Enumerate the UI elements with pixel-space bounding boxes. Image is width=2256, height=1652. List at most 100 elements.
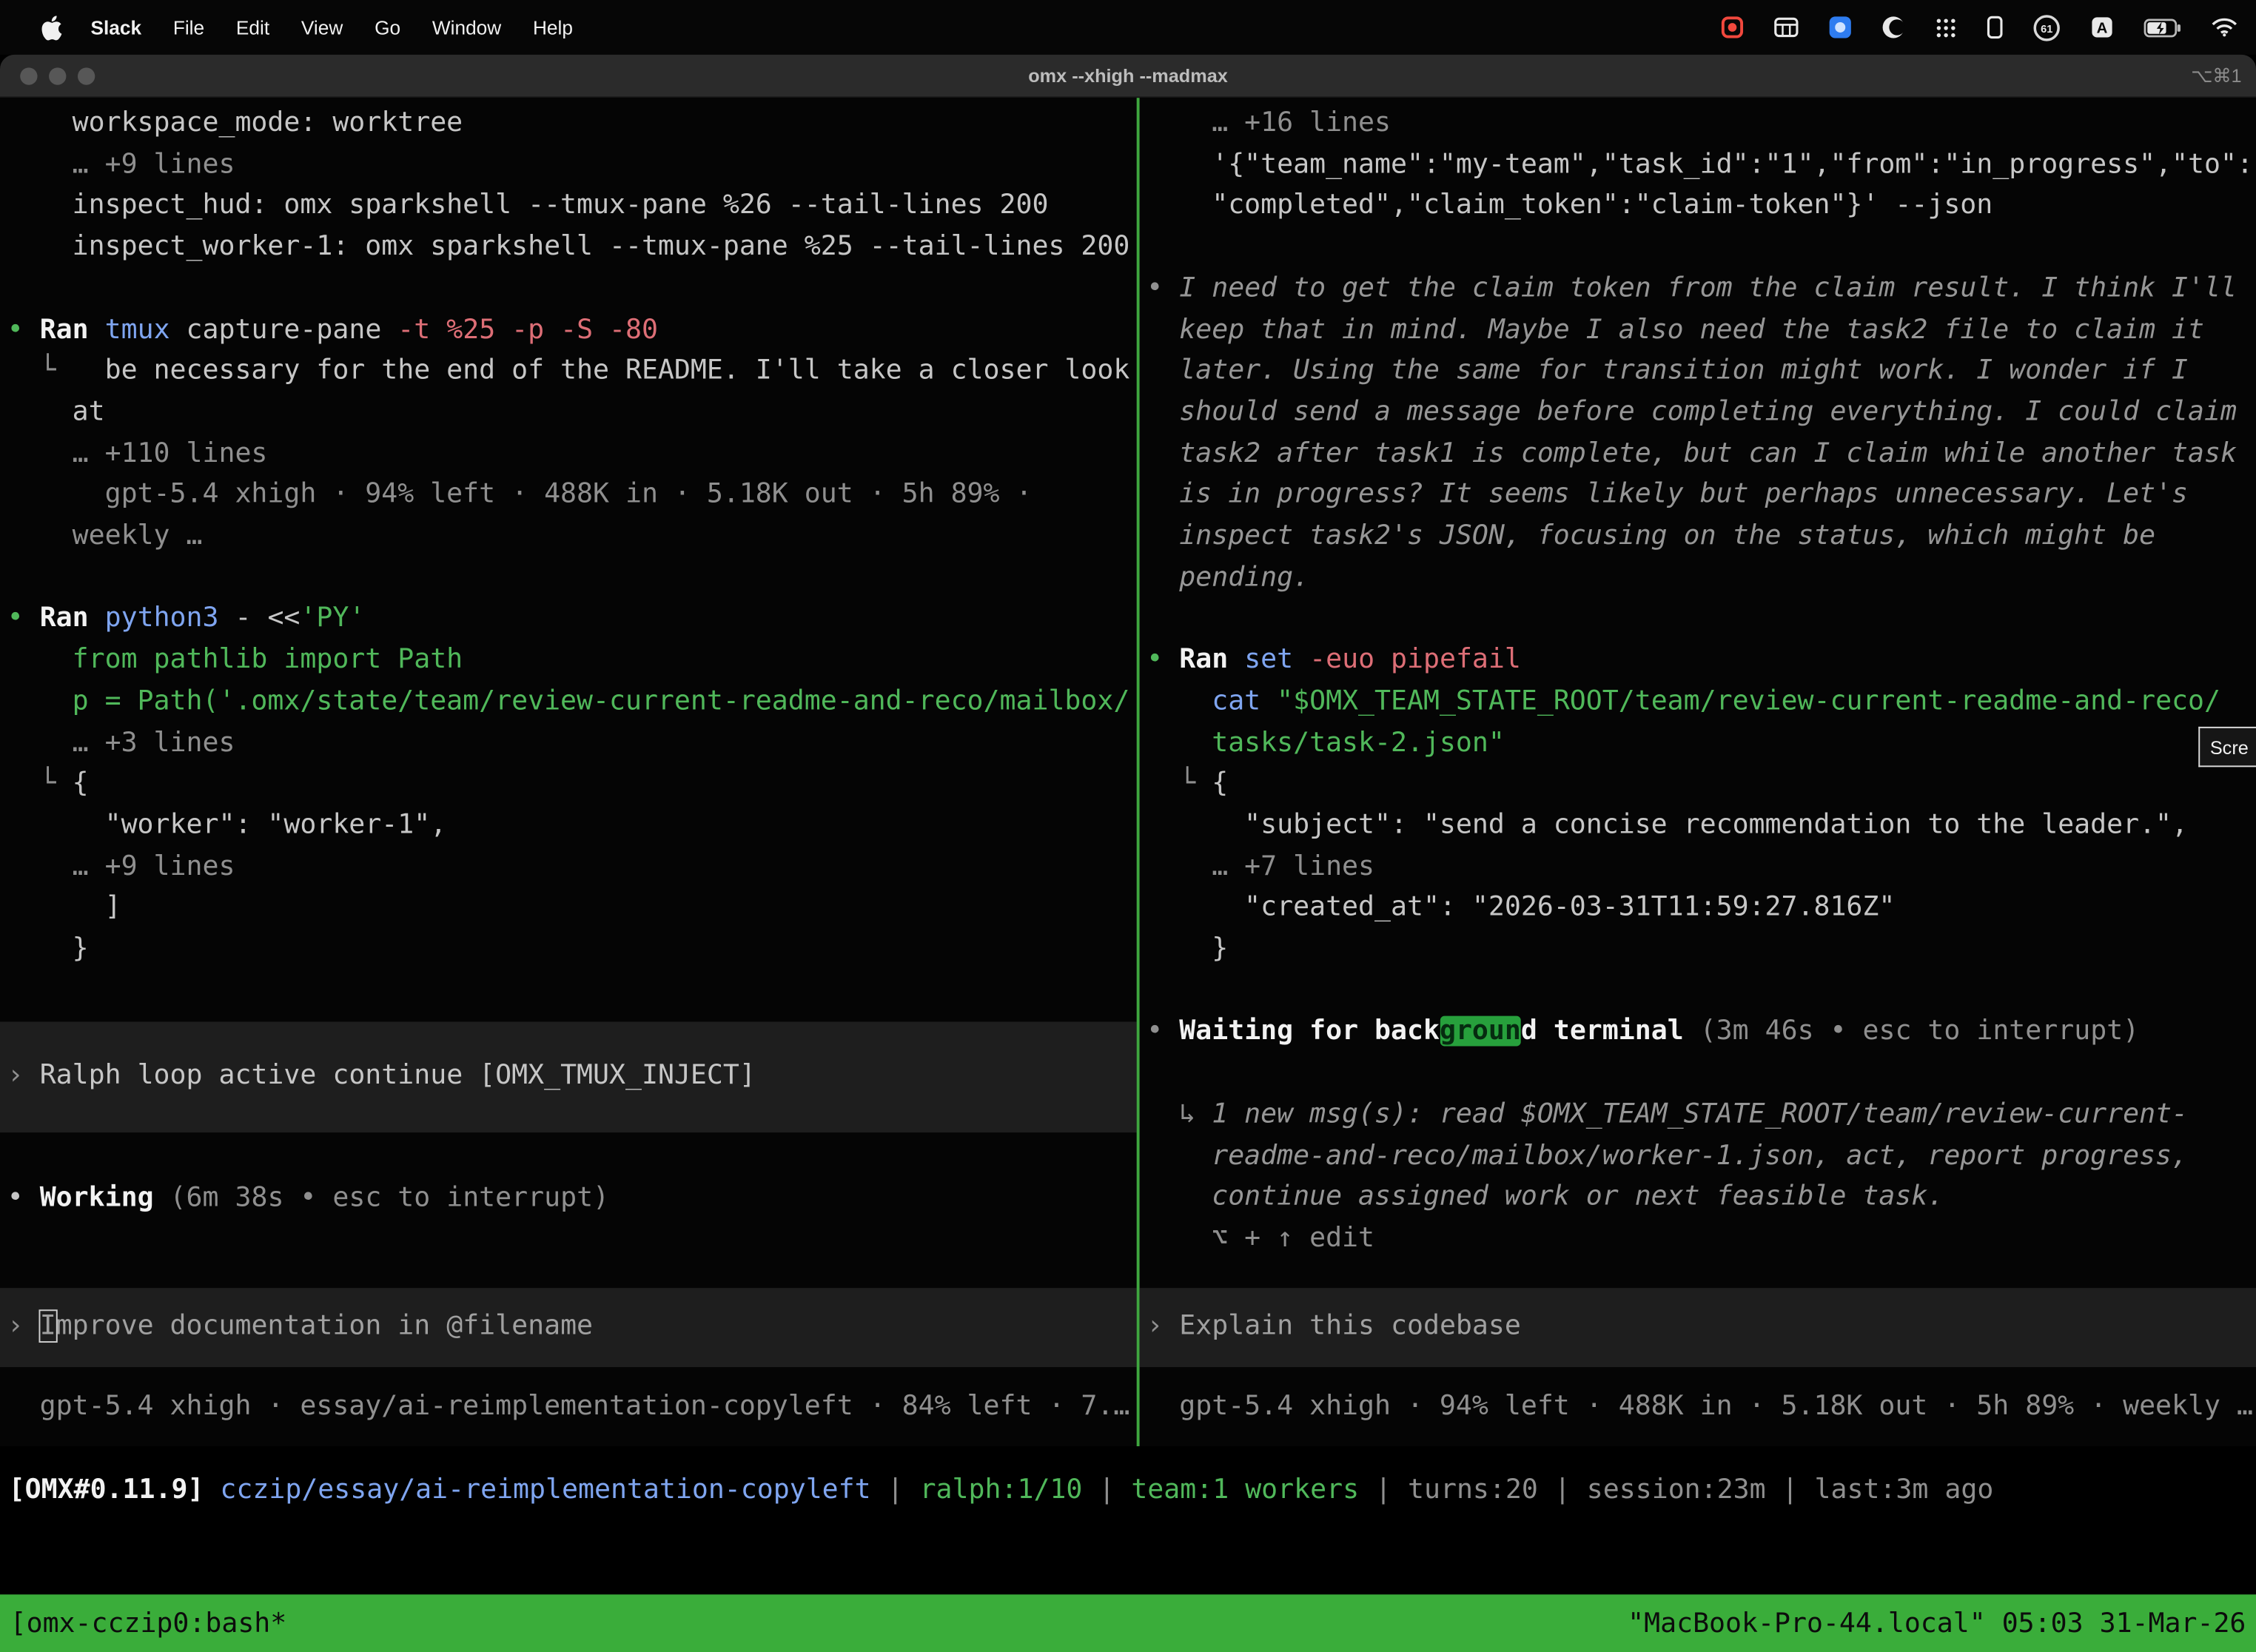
apple-menu[interactable] xyxy=(29,15,75,39)
terminal-line: p = Path('.omx/state/team/review-current… xyxy=(7,682,1137,723)
text-segment: cat xyxy=(1147,686,1277,716)
text-segment: … +110 lines xyxy=(7,438,268,469)
text-segment: should send a message before completing … xyxy=(1147,397,2237,427)
notification-overlay-text: Scre xyxy=(2210,736,2249,758)
terminal-line: workspace_mode: worktree xyxy=(7,104,1137,145)
battery-icon[interactable] xyxy=(2143,18,2181,36)
text-segment: › xyxy=(1147,1312,1179,1342)
text-segment: Working xyxy=(40,1183,170,1213)
model-status-right: gpt-5.4 xhigh · 94% left · 488K in · 5.1… xyxy=(1147,1387,2256,1428)
window-shortcut-hint: ⌥⌘1 xyxy=(2191,64,2241,87)
text-segment: keep that in mind. Maybe I also need the… xyxy=(1147,315,2204,345)
tmux-pane-left[interactable]: workspace_mode: worktree … +9 lines insp… xyxy=(0,98,1137,1446)
terminal-line: … +16 lines xyxy=(1147,104,2256,145)
text-segment: inspect task2's JSON, focusing on the st… xyxy=(1147,521,2155,551)
text-segment: (6m 38s • esc to interrupt) xyxy=(170,1183,609,1213)
dots-grid-icon[interactable] xyxy=(1936,16,1957,38)
terminal: workspace_mode: worktree … +9 lines insp… xyxy=(0,98,2256,1446)
text-segment: -t %25 -p -S -80 xyxy=(397,315,658,345)
prompt-input-right[interactable]: › Explain this codebase xyxy=(1140,1288,2256,1367)
menu-help[interactable]: Help xyxy=(517,16,589,38)
text-segment: d terminal xyxy=(1521,1017,1700,1047)
text-segment: Ran xyxy=(1179,645,1244,675)
text-segment: (3m 46s • esc to interrupt) xyxy=(1700,1017,2139,1047)
text-segment: weekly … xyxy=(7,521,203,551)
terminal-line: keep that in mind. Maybe I also need the… xyxy=(1147,310,2256,352)
terminal-line: continue assigned work or next feasible … xyxy=(1147,1178,2256,1219)
text-segment: gpt-5.4 xhigh · essay/ai-reimplementatio… xyxy=(7,1391,1130,1422)
desktop: Slack File Edit View Go Window Help xyxy=(0,0,2256,1652)
menu-edit[interactable]: Edit xyxy=(221,16,286,38)
terminal-line: is in progress? It seems likely but perh… xyxy=(1147,475,2256,517)
blue-app-icon[interactable] xyxy=(1829,16,1852,38)
terminal-line: ] xyxy=(7,888,1137,930)
terminal-line xyxy=(7,558,1137,600)
menu-file[interactable]: File xyxy=(157,16,220,38)
screen-recording-icon[interactable] xyxy=(1721,16,1744,38)
text-segment: Ran xyxy=(40,604,105,634)
omx-status-text: [OMX#0.11.9] cczip/essay/ai-reimplementa… xyxy=(0,1471,2256,1512)
menu-view[interactable]: View xyxy=(285,16,358,38)
tmux-session-name: [omx-cczip0:bash* xyxy=(10,1608,287,1639)
terminal-line: • Ran python3 - <<'PY' xyxy=(7,600,1137,641)
tmux-status-bar: [omx-cczip0:bash* "MacBook-Pro-44.local"… xyxy=(0,1594,2256,1652)
notification-overlay: Scre xyxy=(2198,727,2256,767)
terminal-line: at xyxy=(7,393,1137,434)
terminal-line: ⌥ + ↑ edit xyxy=(1147,1219,2256,1260)
menu-go[interactable]: Go xyxy=(359,16,417,38)
queued-message-banner[interactable]: › Ralph loop active continue [OMX_TMUX_I… xyxy=(0,1021,1137,1132)
text-segment: • xyxy=(1147,1017,1179,1047)
terminal-line xyxy=(7,269,1137,310)
text-segment: '{"team_name":"my-team","task_id":"1","f… xyxy=(1147,150,2253,180)
round-app-icon[interactable] xyxy=(1882,16,1905,38)
queued-message-text: › Ralph loop active continue [OMX_TMUX_I… xyxy=(7,1056,756,1098)
terminal-line: • Ran set -euo pipefail xyxy=(1147,640,2256,682)
text-segment: p = Path('.omx/state/team/review-current… xyxy=(7,686,1130,716)
menu-app-name[interactable]: Slack xyxy=(75,16,157,38)
terminal-line: inspect task2's JSON, focusing on the st… xyxy=(1147,517,2256,558)
terminal-output-left: workspace_mode: worktree … +9 lines insp… xyxy=(7,104,1137,971)
text-segment: "completed","claim_token":"claim-token"}… xyxy=(1147,190,1993,221)
zoom-button[interactable] xyxy=(78,67,95,84)
window-grid-icon[interactable] xyxy=(1774,17,1799,37)
text-segment: … +9 lines xyxy=(7,150,235,180)
menu-window[interactable]: Window xyxy=(416,16,517,38)
terminal-line: from pathlib import Path xyxy=(7,640,1137,682)
terminal-line: • I need to get the claim token from the… xyxy=(1147,269,2256,310)
terminal-line: … +7 lines xyxy=(1147,847,2256,889)
wifi-icon[interactable] xyxy=(2212,17,2237,37)
terminal-line xyxy=(1147,227,2256,269)
input-source-icon[interactable]: A xyxy=(2090,16,2113,38)
terminal-line xyxy=(1147,1054,2256,1095)
text-segment: • xyxy=(1147,645,1179,675)
text-segment: gpt-5.4 xhigh · 94% left · 488K in · 5.1… xyxy=(1147,1391,2253,1422)
text-segment: mprove documentation in @filename xyxy=(56,1312,593,1342)
text-segment: set xyxy=(1244,645,1309,675)
text-segment: I xyxy=(40,1312,56,1342)
terminal-line: └ be necessary for the end of the README… xyxy=(7,352,1137,393)
prompt-input-left[interactable]: › Improve documentation in @filename xyxy=(0,1288,1137,1367)
terminal-line: cat "$OMX_TEAM_STATE_ROOT/team/review-cu… xyxy=(1147,682,2256,723)
minimize-button[interactable] xyxy=(49,67,66,84)
traffic-lights xyxy=(20,67,95,84)
terminal-line: readme-and-reco/mailbox/worker-1.json, a… xyxy=(1147,1136,2256,1178)
close-button[interactable] xyxy=(20,67,37,84)
text-segment: Ralph loop active continue [OMX_TMUX_INJ… xyxy=(40,1061,756,1091)
text-segment: tasks/task-2.json" xyxy=(1147,728,1505,758)
terminal-line: └ { xyxy=(1147,765,2256,806)
text-segment: › xyxy=(7,1061,40,1091)
window-title-bar[interactable]: omx --xhigh --madmax ⌥⌘1 xyxy=(0,55,2256,98)
terminal-line: gpt-5.4 xhigh · 94% left · 488K in · 5.1… xyxy=(7,475,1137,517)
terminal-line: • Ran tmux capture-pane -t %25 -p -S -80 xyxy=(7,310,1137,352)
text-segment: "worker": "worker-1", xyxy=(7,810,446,841)
text-segment: inspect_hud: omx sparkshell --tmux-pane … xyxy=(7,190,1049,221)
text-segment: continue assigned work or next feasible … xyxy=(1147,1182,1944,1212)
phone-mirroring-icon[interactable] xyxy=(1987,16,2003,38)
terminal-line: "subject": "send a concise recommendatio… xyxy=(1147,806,2256,847)
terminal-line: … +9 lines xyxy=(7,145,1137,187)
gauge-percentage-icon[interactable]: 61 xyxy=(2033,13,2061,41)
text-segment: be necessary for the end of the README. … xyxy=(105,356,1130,386)
tmux-pane-right[interactable]: … +16 lines '{"team_name":"my-team","tas… xyxy=(1140,98,2256,1446)
text-segment: | xyxy=(1082,1475,1131,1505)
text-segment: pending. xyxy=(1147,563,1309,593)
